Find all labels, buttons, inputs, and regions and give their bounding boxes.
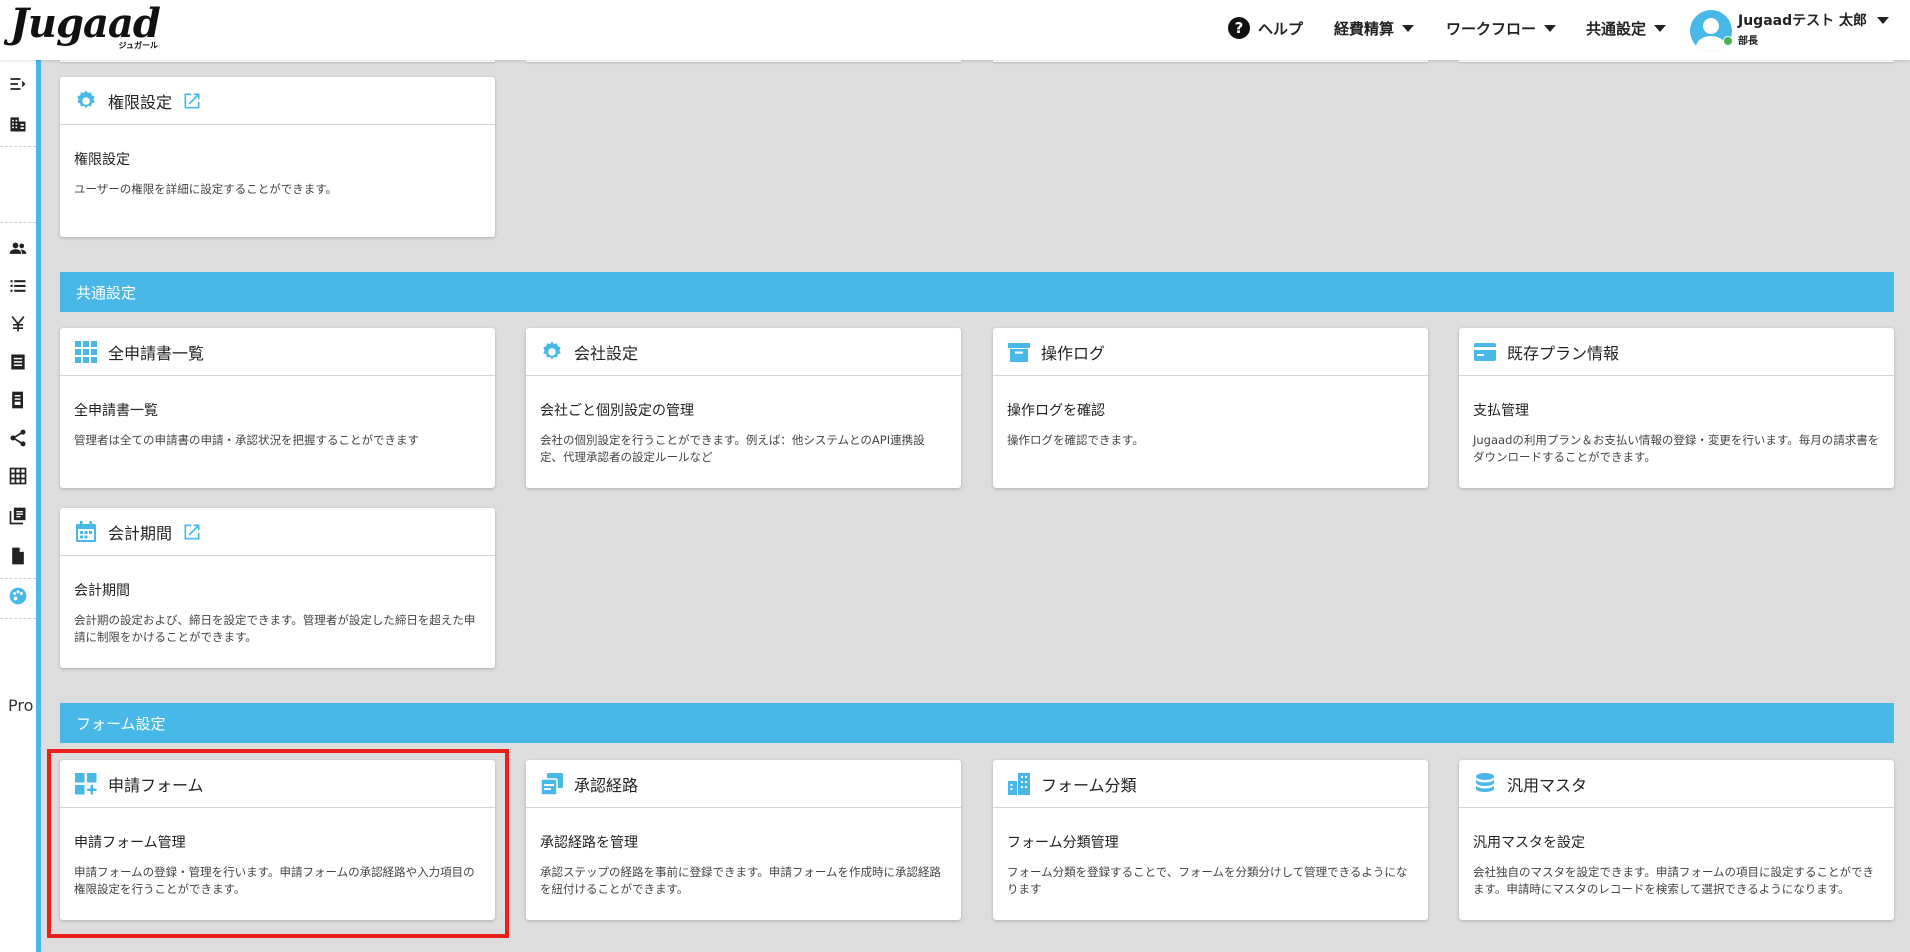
section-common-settings: 共通設定 (60, 272, 1894, 312)
card-description: ユーザーの権限を詳細に設定することができます。 (74, 182, 338, 196)
user-role: 部長 (1738, 36, 1758, 47)
receipt-icon[interactable] (6, 350, 30, 374)
nav-workflow-label: ワークフロー (1446, 19, 1537, 38)
database-icon (1473, 772, 1497, 796)
route-docs-icon (540, 772, 564, 796)
card-subtitle: 会計期間 (74, 583, 130, 599)
card-title: 権限設定 (108, 92, 173, 112)
external-link-icon[interactable] (182, 522, 202, 542)
card-description: 会計期の設定および、締日を設定できます。管理者が設定した締日を超えた申請に制限を… (74, 613, 476, 644)
card-description: 会社の個別設定を行うことができます。例えば：他システムとのAPI連携設定、代理承… (540, 433, 925, 464)
building-icon[interactable] (6, 112, 30, 136)
apps-grid-icon (74, 340, 98, 364)
section-title: 共通設定 (76, 283, 137, 302)
user-menu[interactable]: Jugaadテスト 太郎 部長 (1690, 10, 1889, 54)
card-title: フォーム分類 (1041, 775, 1137, 795)
nav-workflow[interactable]: ワークフロー (1446, 0, 1557, 56)
card-title: 会計期間 (108, 523, 173, 543)
card-form-category[interactable]: フォーム分類 フォーム分類管理 フォーム分類を登録することで、フォームを分類分け… (993, 760, 1428, 920)
jugaad-logo[interactable]: Jugaad ジュガール (10, 0, 162, 51)
card-subtitle: 承認経路を管理 (540, 835, 638, 851)
card-subtitle: 全申請書一覧 (74, 403, 158, 419)
library-icon[interactable] (6, 504, 30, 528)
help-icon: ? (1228, 17, 1250, 39)
card-fiscal-period[interactable]: 会計期間 会計期間 会計期の設定および、締日を設定できます。管理者が設定した締日… (60, 508, 495, 668)
card-description: 承認ステップの経路を事前に登録できます。申請フォームを作成時に承認経路を紐付ける… (540, 865, 942, 896)
card-subtitle: 会社ごと個別設定の管理 (540, 403, 694, 419)
card-title: 承認経路 (574, 775, 639, 795)
chevron-down-icon (1544, 24, 1557, 32)
card-subtitle: 汎用マスタを設定 (1473, 835, 1585, 851)
archive-box-icon (1007, 340, 1031, 364)
chevron-down-icon (1877, 16, 1889, 24)
sidebar-pro-label[interactable]: Pro (8, 696, 33, 715)
nav-expense-label: 経費精算 (1334, 19, 1395, 38)
help-label: ヘルプ (1258, 19, 1304, 38)
nav-common-settings[interactable]: 共通設定 (1586, 0, 1667, 56)
card-approval-route[interactable]: 承認経路 承認経路を管理 承認ステップの経路を事前に登録できます。申請フォームを… (526, 760, 961, 920)
users-icon[interactable] (6, 236, 30, 260)
chevron-down-icon (1654, 24, 1667, 32)
section-title: フォーム設定 (76, 714, 166, 733)
gear-icon (74, 89, 98, 113)
card-subtitle: 操作ログを確認 (1007, 403, 1105, 419)
card-description: 管理者は全ての申請書の申請・承認状況を把握することができます (74, 433, 419, 447)
calendar-icon (74, 520, 98, 544)
card-company-settings[interactable]: 会社設定 会社ごと個別設定の管理 会社の個別設定を行うことができます。例えば：他… (526, 328, 961, 488)
expand-menu-icon[interactable] (6, 72, 30, 96)
card-subtitle: フォーム分類管理 (1007, 835, 1119, 851)
nav-common-settings-label: 共通設定 (1586, 19, 1647, 38)
card-existing-plan[interactable]: 既存プラン情報 支払管理 Jugaadの利用プラン＆お支払い情報の登録・変更を行… (1459, 328, 1894, 488)
card-subtitle: 支払管理 (1473, 403, 1529, 419)
card-permission[interactable]: 権限設定 権限設定 ユーザーの権限を詳細に設定することができます。 (60, 77, 495, 237)
online-status-dot (1723, 36, 1733, 46)
grid-table-icon[interactable] (6, 464, 30, 488)
user-name: Jugaadテスト 太郎 (1738, 10, 1889, 30)
share-icon[interactable] (6, 426, 30, 450)
sidebar-accent-stripe (36, 60, 41, 952)
logo-text: Jugaad (10, 0, 161, 47)
chevron-down-icon (1402, 24, 1415, 32)
card-title: 会社設定 (574, 343, 639, 363)
card-title: 操作ログ (1041, 343, 1106, 363)
highlight-box (47, 749, 509, 938)
card-description: 操作ログを確認できます。 (1007, 433, 1144, 447)
gear-icon (540, 340, 564, 364)
card-title: 全申請書一覧 (108, 343, 205, 363)
logo-subtext: ジュガール (118, 41, 158, 50)
card-description: 会社独自のマスタを設定できます。申請フォームの項目に設定することができます。申請… (1473, 865, 1875, 896)
card-description: Jugaadの利用プラン＆お支払い情報の登録・変更を行います。毎月の請求書をダウ… (1473, 433, 1880, 464)
ledger-icon[interactable] (6, 388, 30, 412)
help-link[interactable]: ? ヘルプ (1228, 0, 1303, 56)
credit-card-icon (1473, 340, 1497, 364)
palette-icon[interactable] (6, 584, 30, 608)
external-link-icon[interactable] (182, 91, 202, 111)
nav-expense[interactable]: 経費精算 (1334, 0, 1415, 56)
card-description: フォーム分類を登録することで、フォームを分類分けして管理できるようになります (1007, 865, 1408, 896)
section-form-settings: フォーム設定 (60, 703, 1894, 743)
card-subtitle: 権限設定 (74, 152, 130, 168)
buildings-icon (1007, 772, 1031, 796)
sidebar: Pro (0, 60, 36, 952)
card-title: 既存プラン情報 (1507, 343, 1620, 363)
yen-icon[interactable] (6, 312, 30, 336)
document-icon[interactable] (6, 544, 30, 568)
card-general-master[interactable]: 汎用マスタ 汎用マスタを設定 会社独自のマスタを設定できます。申請フォームの項目… (1459, 760, 1894, 920)
list-icon[interactable] (6, 274, 30, 298)
card-all-applications[interactable]: 全申請書一覧 全申請書一覧 管理者は全ての申請書の申請・承認状況を把握することが… (60, 328, 495, 488)
card-title: 汎用マスタ (1507, 775, 1588, 795)
top-header: Jugaad ジュガール ? ヘルプ 経費精算 ワークフロー 共通設定 Juga… (0, 0, 1910, 60)
card-operation-log[interactable]: 操作ログ 操作ログを確認 操作ログを確認できます。 (993, 328, 1428, 488)
